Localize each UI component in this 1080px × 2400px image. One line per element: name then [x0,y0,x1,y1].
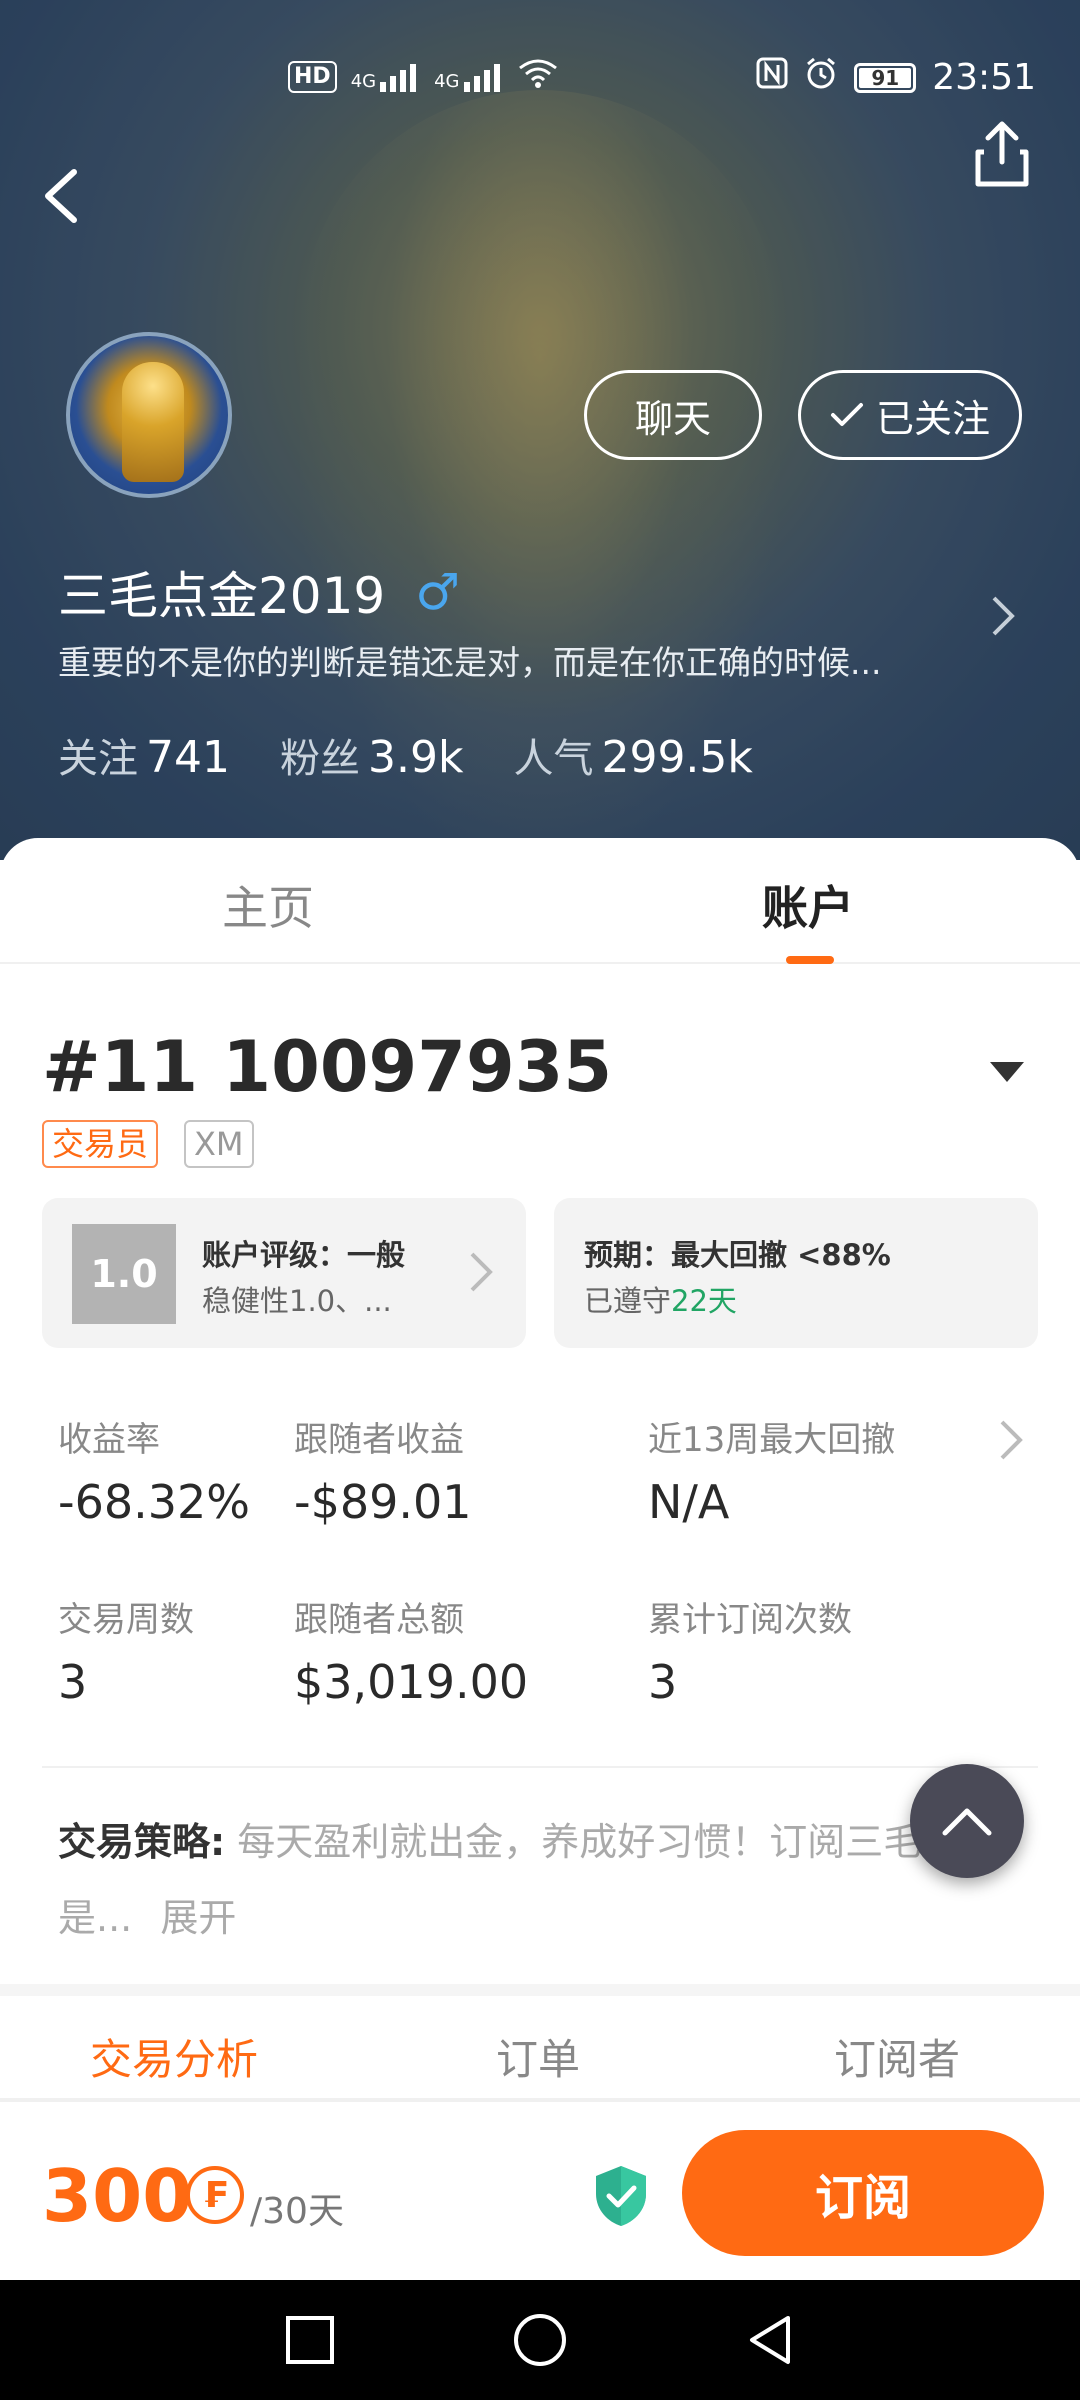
alarm-icon [804,56,838,99]
expectation-card: 预期：最大回撤 <88% 已遵守22天 [554,1198,1038,1348]
scroll-to-top-button[interactable] [910,1764,1024,1878]
account-dropdown[interactable] [988,1060,1026,1084]
content-sheet: 主页 账户 #11 10097935 交易员 XM 1.0 账户评级：一般 稳健… [0,838,1080,2278]
active-tab-indicator [786,956,834,964]
metric-follower-profit: 跟随者收益 -$89.01 [294,1420,472,1529]
back-button[interactable] [34,160,94,230]
signal-icon: 4G [351,62,420,92]
tab-account[interactable]: 账户 [762,872,854,938]
subscribe-button[interactable]: 订阅 [682,2130,1044,2256]
rating-score: 1.0 [72,1224,176,1324]
triangle-back-icon [750,2316,790,2364]
expand-link[interactable]: 展开 [160,1896,236,1940]
metric-return-rate: 收益率 -68.32% [58,1420,250,1529]
recent-apps-button[interactable] [278,2308,342,2372]
tab-home[interactable]: 主页 [222,872,314,938]
system-nav-bar [0,2280,1080,2400]
analysis-tabs: 交易分析 订单 订阅者 [0,1996,1080,2100]
hd-icon: HD [288,60,337,93]
account-number: #11 10097935 [42,1026,613,1108]
shield-check-icon[interactable] [592,2164,650,2228]
chevron-right-icon [992,596,1015,636]
chevron-right-icon [1000,1420,1023,1460]
broker-tag: XM [184,1120,254,1168]
tab-trade-analysis[interactable]: 交易分析 [90,2026,258,2087]
price-value: 300 [42,2154,193,2238]
share-button[interactable] [970,118,1034,190]
expectation-title: 预期：最大回撤 <88% [584,1238,891,1272]
metric-max-drawdown[interactable]: 近13周最大回撤 N/A [648,1412,895,1529]
rating-subtitle: 稳健性1.0、... [202,1284,392,1318]
trader-tag: 交易员 [42,1120,159,1168]
expectation-subtitle: 已遵守22天 [584,1284,737,1318]
metric-trade-weeks: 交易周数 3 [58,1600,194,1709]
status-bar: HD 4G 4G 91 23:51 [0,52,1080,102]
currency-icon: ₣ [186,2166,244,2224]
profile-bio[interactable]: 重要的不是你的判断是错还是对，而是在你正确的时候... [58,636,881,684]
chat-button[interactable]: 聊天 [584,370,762,460]
caret-down-icon [990,1062,1024,1082]
wifi-icon [518,56,558,97]
metric-subscription-count: 累计订阅次数 3 [648,1600,852,1709]
profile-tabs: 主页 账户 [0,838,1080,964]
stat-following[interactable]: 关注 741 [58,726,230,784]
price-period: /30天 [250,2191,344,2232]
profile-detail-arrow[interactable] [988,594,1018,638]
account-rating-card[interactable]: 1.0 账户评级：一般 稳健性1.0、... [42,1198,526,1348]
rating-title: 账户评级：一般 [202,1238,406,1272]
divider [42,1766,1038,1768]
profile-name: 三毛点金2019 [58,567,386,625]
metric-follower-total: 跟随者总额 $3,019.00 [294,1600,529,1709]
back-arrow-icon [45,169,77,223]
chevron-right-icon [470,1252,493,1292]
following-button[interactable]: 已关注 [798,370,1022,460]
profile-header: HD 4G 4G 91 23:51 聊天 已关注 三毛点金2019 ♂ 重要的不… [0,0,1080,860]
stat-popularity: 人气 299.5k [513,732,753,783]
nfc-icon [756,57,788,98]
avatar[interactable] [66,332,232,498]
tab-orders[interactable]: 订单 [496,2026,580,2087]
signal-icon: 4G [434,62,503,92]
circle-icon [514,2314,566,2366]
square-icon [286,2316,334,2364]
tab-subscribers[interactable]: 订阅者 [834,2026,960,2087]
battery-icon: 91 [854,62,917,93]
home-button[interactable] [508,2308,572,2372]
system-back-button[interactable] [738,2308,802,2372]
profile-name-row: 三毛点金2019 ♂ [58,556,460,628]
share-icon [975,121,1029,187]
strategy-label: 交易策略: [58,1820,226,1864]
male-icon: ♂ [415,563,461,621]
check-icon [830,403,863,426]
chevron-up-icon [942,1808,992,1836]
trading-strategy: 交易策略: 每天盈利就出金，养成好习惯！订阅三毛就是... 展开 [58,1804,1018,1956]
metric-detail-arrow[interactable] [998,1418,1024,1462]
profile-stats: 关注 741 粉丝 3.9k 人气 299.5k [58,726,753,784]
subscribe-bar: 300 ₣ /30天 订阅 [0,2100,1080,2280]
clock: 23:51 [932,57,1036,98]
stat-fans[interactable]: 粉丝 3.9k [280,726,463,784]
